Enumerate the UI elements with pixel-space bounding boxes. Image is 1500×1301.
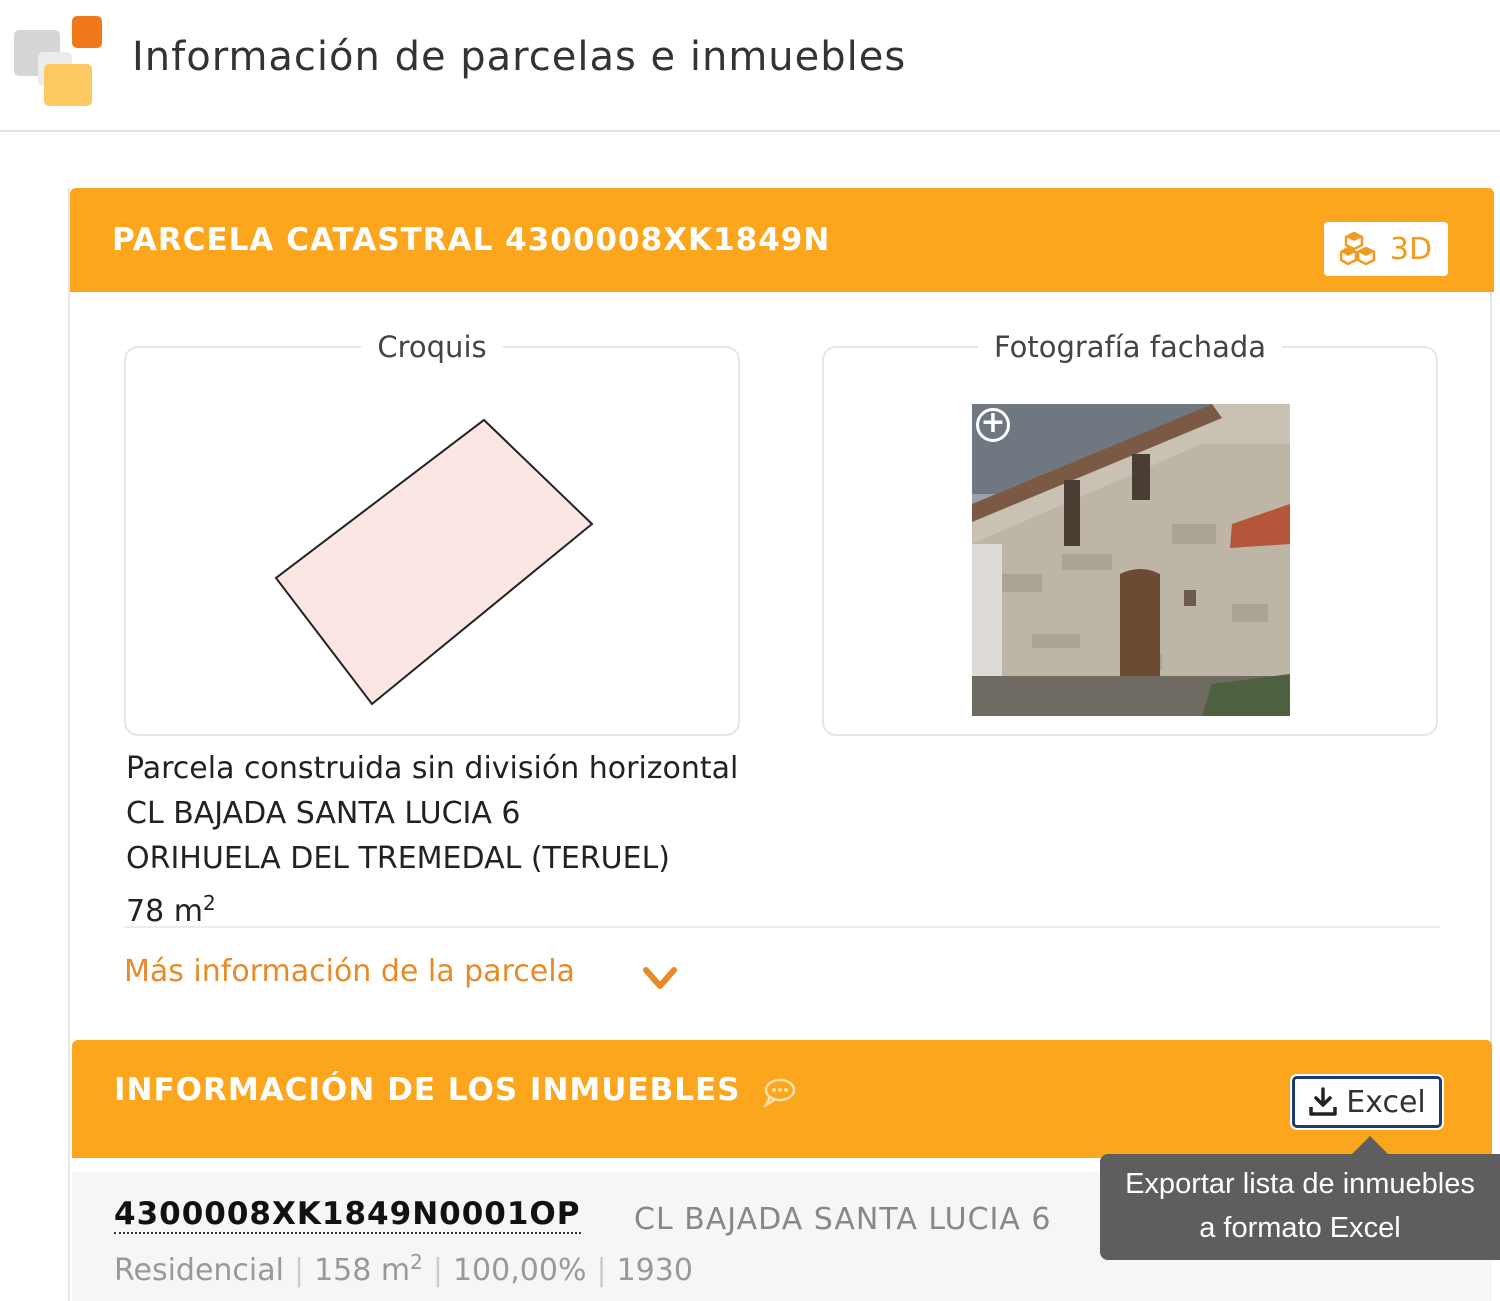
facade-photo-image (972, 404, 1290, 716)
foto-label: Fotografía fachada (977, 330, 1283, 364)
divider (124, 926, 1440, 928)
parcel-card: PARCELA CATASTRAL 4300008XK1849N 3D Croq… (68, 188, 1494, 1301)
catastro-logo-icon (14, 16, 104, 108)
inmueble-address: CL BAJADA SANTA LUCIA 6 (634, 1202, 1052, 1237)
inmueble-share: 100,00% (452, 1253, 587, 1288)
comment-icon[interactable] (762, 1077, 796, 1107)
export-excel-tooltip: Exportar lista de inmuebles a formato Ex… (1100, 1154, 1500, 1260)
export-excel-label: Excel (1346, 1084, 1426, 1120)
view-3d-button[interactable]: 3D (1324, 222, 1448, 276)
inmueble-year: 1930 (616, 1253, 693, 1288)
parcel-shape (274, 418, 594, 706)
view-3d-label: 3D (1389, 231, 1433, 267)
inmueble-meta: Residencial | 158 m2 | 100,00% | 1930 (114, 1250, 693, 1288)
tooltip-arrow (1352, 1136, 1388, 1154)
parcel-header-band: PARCELA CATASTRAL 4300008XK1849N 3D (70, 188, 1494, 292)
parcel-address: CL BAJADA SANTA LUCIA 6 (126, 796, 521, 831)
inmueble-area: 158 m2 (314, 1250, 423, 1288)
parcel-title: PARCELA CATASTRAL 4300008XK1849N (112, 222, 831, 258)
cubes-3d-icon (1339, 231, 1376, 266)
croquis-panel: Croquis (124, 330, 740, 736)
parcel-sketch[interactable] (126, 348, 738, 734)
zoom-plus-icon[interactable]: + (976, 408, 1010, 442)
more-parcel-info-link[interactable]: Más información de la parcela (124, 954, 575, 989)
foto-panel: Fotografía fachada + (822, 330, 1438, 736)
chevron-down-icon[interactable] (642, 966, 678, 992)
tooltip-line-2: a formato Excel (1199, 1212, 1401, 1244)
tooltip-line-1: Exportar lista de inmuebles (1125, 1168, 1475, 1200)
app-header: Información de parcelas e inmuebles (0, 0, 1500, 132)
facade-photo[interactable]: + (972, 404, 1290, 716)
inmueble-reference-link[interactable]: 4300008XK1849N0001OP (114, 1196, 581, 1234)
parcel-info: Parcela construida sin división horizont… (126, 746, 738, 934)
inmuebles-header-band: INFORMACIÓN DE LOS INMUEBLES Excel (72, 1040, 1492, 1158)
inmueble-use: Residencial (114, 1253, 284, 1288)
export-excel-button[interactable]: Excel (1292, 1076, 1442, 1128)
inmuebles-title: INFORMACIÓN DE LOS INMUEBLES (114, 1072, 796, 1108)
parcel-type: Parcela construida sin división horizont… (126, 751, 739, 786)
download-icon (1309, 1087, 1338, 1116)
parcel-municipality: ORIHUELA DEL TREMEDAL (TERUEL) (126, 841, 671, 876)
page-title: Información de parcelas e inmuebles (132, 34, 907, 80)
